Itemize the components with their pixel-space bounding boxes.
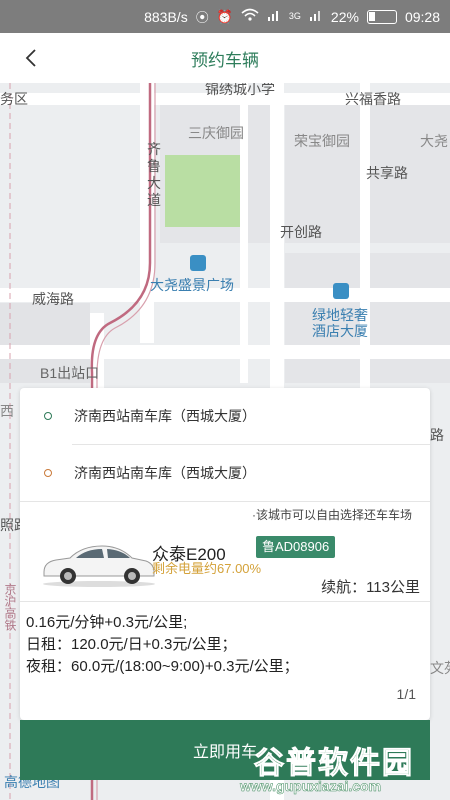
map-label-xingfu-road: 兴福香路 [345, 91, 401, 107]
map-label-school: 锦绣城小学 [205, 83, 275, 97]
map-label-xi: 西 [0, 403, 14, 419]
return-note: ·该城市可以自由选择还车车场 [252, 508, 412, 522]
pickup-location[interactable]: 济南西站南车库（西城大厦） [20, 388, 430, 444]
map-label-district: 务区 [0, 91, 28, 107]
price-line: 日租：120.0元/日+0.3元/公里； [26, 636, 237, 653]
map-label-gongxiang: 共享路 [366, 165, 408, 181]
map-label-kaichuang: 开创路 [280, 224, 322, 240]
page-indicator: 1/1 [396, 686, 416, 702]
pickup-dot-icon [44, 412, 52, 420]
watermark-url: www.gupuxiazai.com [240, 778, 382, 795]
divider [20, 501, 430, 502]
net-speed: 883B/s [144, 8, 188, 25]
price-list: 0.16元/分钟+0.3元/公里; 日租：120.0元/日+0.3元/公里； 夜… [20, 601, 430, 720]
map-label-lvdi2: 酒店大厦 [312, 323, 368, 339]
status-bar: 883B/s ⦿ ⏰ 3G 22% 09:28 [0, 0, 450, 33]
return-location[interactable]: 济南西站南车库（西城大厦） [20, 445, 430, 501]
map-label-jinghu: 京沪高铁 [3, 583, 17, 631]
chevron-left-icon [25, 49, 36, 67]
map-label-qilu: 齐 鲁 大 道 [147, 141, 161, 208]
pickup-label: 济南西站南车库（西城大厦） [74, 408, 256, 424]
return-dot-icon [44, 469, 52, 477]
watermark: 谷普软件园 www.gupuxiazai.com [240, 738, 440, 800]
price-line: 0.16元/分钟+0.3元/公里; [26, 614, 188, 631]
map-label-dayao: 大尧盛景广场 [150, 277, 234, 293]
car-image [43, 545, 155, 587]
poi-icon [190, 255, 206, 271]
battery-level: 剩余电量约67.00% [152, 561, 262, 576]
map-label-rongbao: 荣宝御园 [294, 133, 350, 149]
map-label-weihai: 威海路 [32, 291, 74, 307]
watermark-logo: 谷普软件园 [254, 747, 414, 781]
range-text: 续航：113公里 [321, 579, 420, 596]
nav-bar: 预约车辆 [0, 33, 450, 83]
page-title: 预约车辆 [191, 50, 259, 70]
wifi-icon [241, 8, 259, 25]
location-icon: ⦿ [195, 10, 209, 25]
network-type: 3G [288, 11, 301, 21]
price-line: 夜租：60.0元/(18:00~9:00)+0.3元/公里； [26, 658, 299, 675]
map-label-wenyuan: 文苑 [430, 660, 450, 676]
booking-panel: 济南西站南车库（西城大厦） 济南西站南车库（西城大厦） ·该城市可以自由选择还车… [20, 388, 430, 720]
plate-badge: 鲁AD08906 [256, 536, 336, 558]
battery-percent: 22% [330, 8, 359, 25]
signal-icon [267, 8, 281, 25]
signal-icon-2 [309, 8, 323, 25]
battery-icon [366, 9, 397, 24]
alarm-icon: ⏰ [216, 8, 233, 24]
map-label-lu: 路 [430, 427, 444, 443]
back-button[interactable] [18, 45, 44, 71]
clock: 09:28 [404, 8, 440, 25]
poi-icon-hotel [333, 283, 349, 299]
map-label-b1: B1出站口 [40, 365, 100, 381]
map-label-da: 大尧 [420, 133, 448, 149]
map-label-sanqing: 三庆御园 [188, 125, 244, 141]
return-label: 济南西站南车库（西城大厦） [74, 465, 256, 481]
